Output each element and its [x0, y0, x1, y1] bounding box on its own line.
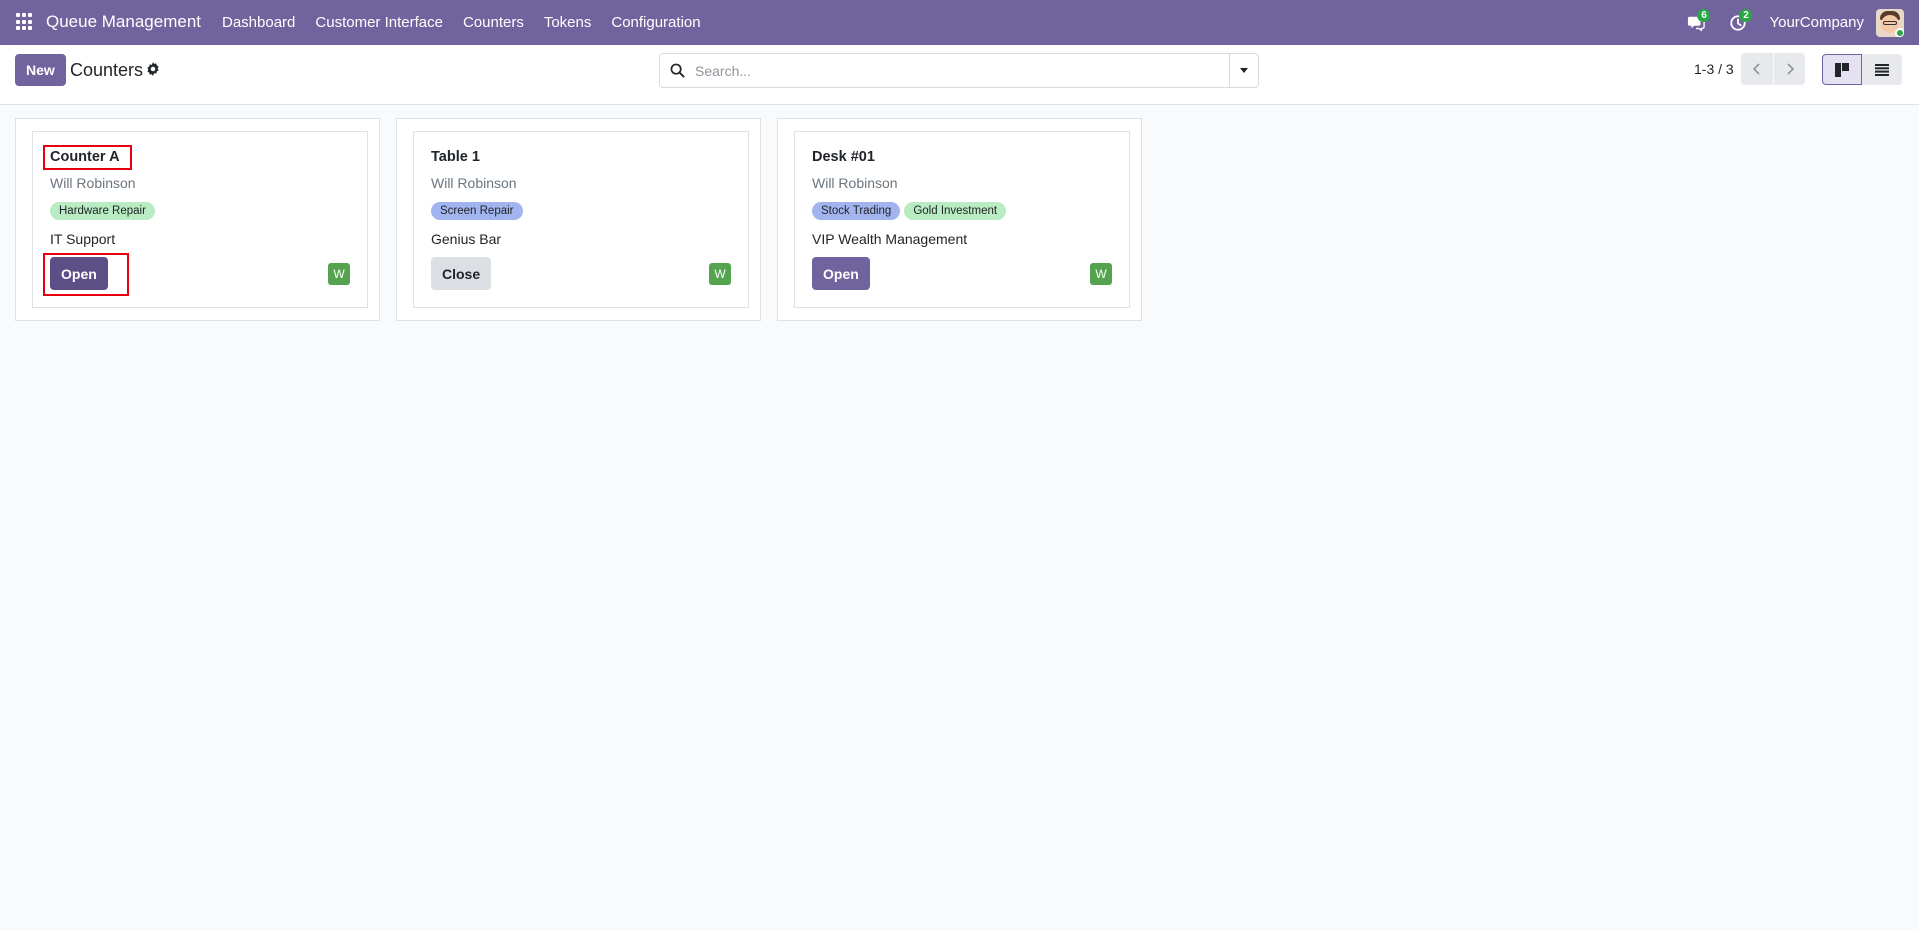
pager-value[interactable]: 1-3 / 3 [1694, 61, 1734, 77]
user-avatar-badge: W [709, 263, 731, 285]
list-view-icon [1875, 63, 1889, 76]
card-tags: Hardware Repair [50, 202, 155, 220]
user-avatar-badge: W [328, 263, 350, 285]
menu-item-customer-interface[interactable]: Customer Interface [305, 0, 453, 45]
kanban-column: Desk #01 Will Robinson Stock Trading Gol… [777, 118, 1142, 321]
list-view-button[interactable] [1862, 54, 1902, 85]
card-location: IT Support [50, 231, 116, 247]
menu-item-configuration[interactable]: Configuration [601, 0, 710, 45]
menu-item-dashboard[interactable]: Dashboard [212, 0, 305, 45]
company-switcher[interactable]: YourCompany [1769, 14, 1864, 31]
kanban-column: Table 1 Will Robinson Screen Repair Geni… [396, 118, 761, 321]
card-user: Will Robinson [431, 175, 517, 191]
open-button[interactable]: Open [50, 257, 108, 290]
caret-down-icon [1240, 68, 1248, 73]
main-menu: Dashboard Customer Interface Counters To… [212, 0, 711, 45]
card-title: Table 1 [431, 149, 480, 165]
card-title: Counter A [50, 149, 120, 165]
user-avatar[interactable] [1876, 8, 1904, 37]
menu-item-counters[interactable]: Counters [453, 0, 534, 45]
tag-badge: Hardware Repair [50, 202, 155, 220]
kanban-column: Counter A Will Robinson Hardware Repair … [15, 118, 380, 321]
activities-count-badge: 2 [1739, 9, 1753, 22]
kanban-card-table-1[interactable]: Table 1 Will Robinson Screen Repair Geni… [413, 131, 749, 308]
menu-item-tokens[interactable]: Tokens [534, 0, 602, 45]
app-brand[interactable]: Queue Management [46, 12, 201, 32]
card-tags: Screen Repair [431, 202, 523, 220]
card-location: Genius Bar [431, 231, 502, 247]
kanban-card-counter-a[interactable]: Counter A Will Robinson Hardware Repair … [32, 131, 368, 308]
user-avatar-badge: W [1090, 263, 1112, 285]
search-options-toggle[interactable] [1229, 54, 1258, 87]
systray: 6 2 YourCompany [1679, 0, 1919, 45]
messages-count-badge: 6 [1697, 9, 1711, 22]
card-user: Will Robinson [50, 175, 136, 191]
tag-badge: Gold Investment [904, 202, 1007, 220]
chevron-right-icon [1786, 63, 1794, 75]
tag-badge: Screen Repair [431, 202, 523, 220]
gear-icon[interactable] [146, 62, 160, 76]
card-title: Desk #01 [812, 149, 875, 165]
close-button[interactable]: Close [431, 257, 492, 290]
tag-badge: Stock Trading [812, 202, 901, 220]
control-panel: New Counters 1-3 / 3 [0, 45, 1919, 105]
open-button[interactable]: Open [812, 257, 870, 290]
activities-button[interactable]: 2 [1721, 0, 1755, 45]
new-button[interactable]: New [15, 54, 66, 86]
kanban-view-icon [1835, 62, 1849, 77]
search-input[interactable] [695, 54, 1229, 87]
pager-next-button[interactable] [1773, 53, 1805, 85]
kanban-view-button[interactable] [1822, 54, 1862, 85]
messages-button[interactable]: 6 [1679, 0, 1713, 45]
search-icon [670, 63, 685, 78]
chevron-left-icon [1752, 63, 1760, 75]
card-tags: Stock Trading Gold Investment [812, 202, 1007, 220]
search-bar [659, 53, 1259, 88]
online-status-icon [1895, 27, 1904, 37]
card-location: VIP Wealth Management [812, 231, 968, 247]
apps-menu-icon[interactable] [16, 13, 34, 31]
pager-previous-button[interactable] [1741, 53, 1773, 85]
top-navbar: Queue Management Dashboard Customer Inte… [0, 0, 1919, 45]
page-title: Counters [70, 60, 144, 80]
card-user: Will Robinson [812, 175, 898, 191]
kanban-card-desk-01[interactable]: Desk #01 Will Robinson Stock Trading Gol… [794, 131, 1130, 308]
